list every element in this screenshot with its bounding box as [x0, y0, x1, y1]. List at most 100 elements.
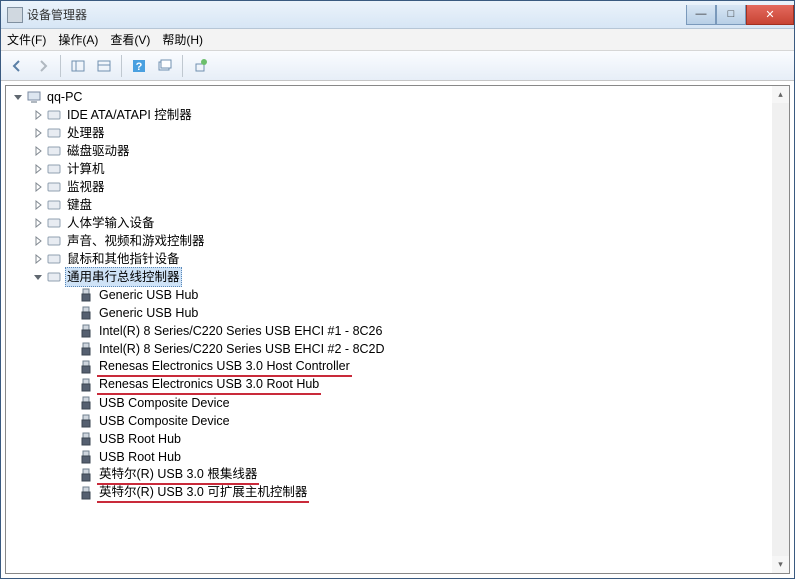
spacer-icon	[64, 397, 76, 409]
node-label: 人体学输入设备	[65, 214, 157, 232]
tree-category[interactable]: 监视器	[8, 178, 789, 196]
tree-device[interactable]: Generic USB Hub	[8, 304, 789, 322]
node-label: Renesas Electronics USB 3.0 Host Control…	[97, 357, 352, 377]
expand-collapse-icon[interactable]	[32, 217, 44, 229]
hid-icon	[46, 215, 62, 231]
minimize-button[interactable]: —	[686, 5, 716, 25]
tree-category[interactable]: 声音、视频和游戏控制器	[8, 232, 789, 250]
node-label: 键盘	[65, 196, 94, 214]
vertical-scrollbar[interactable]: ▴ ▾	[772, 86, 789, 573]
expand-collapse-icon[interactable]	[32, 199, 44, 211]
usb-icon	[78, 449, 94, 465]
expand-collapse-icon[interactable]	[32, 181, 44, 193]
toolbar: ?	[1, 51, 794, 81]
usb-icon	[78, 341, 94, 357]
show-hide-tree-button[interactable]	[66, 54, 90, 78]
scan-hardware-button[interactable]	[153, 54, 177, 78]
usb-icon	[78, 323, 94, 339]
node-label: 英特尔(R) USB 3.0 可扩展主机控制器	[97, 483, 309, 503]
tree-category[interactable]: 人体学输入设备	[8, 214, 789, 232]
tree-category[interactable]: 鼠标和其他指针设备	[8, 250, 789, 268]
usb-icon	[78, 431, 94, 447]
node-label: qq-PC	[45, 88, 84, 106]
expand-collapse-icon[interactable]	[32, 145, 44, 157]
usb-icon	[78, 377, 94, 393]
node-label: Intel(R) 8 Series/C220 Series USB EHCI #…	[97, 322, 384, 340]
mouse-icon	[46, 251, 62, 267]
spacer-icon	[64, 415, 76, 427]
scroll-down-button[interactable]: ▾	[772, 556, 789, 573]
tree-device[interactable]: 英特尔(R) USB 3.0 根集线器	[8, 466, 789, 484]
keyboard-icon	[46, 197, 62, 213]
spacer-icon	[64, 451, 76, 463]
expand-collapse-icon[interactable]	[32, 109, 44, 121]
node-label: IDE ATA/ATAPI 控制器	[65, 106, 194, 124]
forward-button[interactable]	[31, 54, 55, 78]
expand-collapse-icon[interactable]	[12, 91, 24, 103]
spacer-icon	[64, 325, 76, 337]
node-label: Generic USB Hub	[97, 304, 200, 322]
expand-collapse-icon[interactable]	[32, 127, 44, 139]
tree-category[interactable]: 通用串行总线控制器	[8, 268, 789, 286]
tree-category[interactable]: 键盘	[8, 196, 789, 214]
spacer-icon	[64, 469, 76, 481]
scroll-up-button[interactable]: ▴	[772, 86, 789, 103]
node-label: 处理器	[65, 124, 107, 142]
spacer-icon	[64, 289, 76, 301]
tree-device[interactable]: Intel(R) 8 Series/C220 Series USB EHCI #…	[8, 322, 789, 340]
menu-view[interactable]: 查看(V)	[110, 31, 150, 48]
tree-device[interactable]: USB Composite Device	[8, 412, 789, 430]
expand-collapse-icon[interactable]	[32, 253, 44, 265]
monitor-icon	[46, 179, 62, 195]
expand-collapse-icon[interactable]	[32, 163, 44, 175]
menu-bar: 文件(F) 操作(A) 查看(V) 帮助(H)	[1, 29, 794, 51]
tree-device[interactable]: Renesas Electronics USB 3.0 Root Hub	[8, 376, 789, 394]
tree-device[interactable]: USB Composite Device	[8, 394, 789, 412]
node-label: USB Root Hub	[97, 448, 183, 466]
tree-category[interactable]: 计算机	[8, 160, 789, 178]
menu-action[interactable]: 操作(A)	[58, 31, 98, 48]
tree-category[interactable]: 磁盘驱动器	[8, 142, 789, 160]
computer-category-icon	[46, 161, 62, 177]
tree-device[interactable]: Generic USB Hub	[8, 286, 789, 304]
tree-device[interactable]: Intel(R) 8 Series/C220 Series USB EHCI #…	[8, 340, 789, 358]
tree-category[interactable]: IDE ATA/ATAPI 控制器	[8, 106, 789, 124]
back-button[interactable]	[5, 54, 29, 78]
tree-root[interactable]: qq-PC	[8, 88, 789, 106]
window-buttons: — □ ✕	[686, 5, 794, 25]
device-tree[interactable]: qq-PCIDE ATA/ATAPI 控制器处理器磁盘驱动器计算机监视器键盘人体…	[6, 86, 789, 573]
expand-collapse-icon[interactable]	[32, 235, 44, 247]
separator-icon	[182, 55, 183, 77]
menu-file[interactable]: 文件(F)	[7, 31, 46, 48]
window-title: 设备管理器	[27, 6, 686, 23]
menu-help[interactable]: 帮助(H)	[162, 31, 203, 48]
tree-device[interactable]: USB Root Hub	[8, 448, 789, 466]
update-driver-button[interactable]	[188, 54, 212, 78]
spacer-icon	[64, 343, 76, 355]
node-label: 英特尔(R) USB 3.0 根集线器	[97, 465, 259, 485]
usb-icon	[78, 287, 94, 303]
expand-collapse-icon[interactable]	[32, 271, 44, 283]
title-bar[interactable]: 设备管理器 — □ ✕	[1, 1, 794, 29]
scroll-track[interactable]	[772, 103, 789, 556]
usb-icon	[78, 467, 94, 483]
help-button[interactable]: ?	[127, 54, 151, 78]
spacer-icon	[64, 307, 76, 319]
node-label: USB Root Hub	[97, 430, 183, 448]
maximize-button[interactable]: □	[716, 5, 746, 25]
node-label: Intel(R) 8 Series/C220 Series USB EHCI #…	[97, 340, 387, 358]
tree-device[interactable]: 英特尔(R) USB 3.0 可扩展主机控制器	[8, 484, 789, 502]
separator-icon	[60, 55, 61, 77]
node-label: 通用串行总线控制器	[65, 267, 182, 287]
usb-icon	[78, 359, 94, 375]
spacer-icon	[64, 487, 76, 499]
tree-category[interactable]: 处理器	[8, 124, 789, 142]
usb-icon	[78, 413, 94, 429]
device-manager-window: 设备管理器 — □ ✕ 文件(F) 操作(A) 查看(V) 帮助(H) ? qq…	[0, 0, 795, 579]
tree-device[interactable]: Renesas Electronics USB 3.0 Host Control…	[8, 358, 789, 376]
disk-icon	[46, 143, 62, 159]
properties-button[interactable]	[92, 54, 116, 78]
close-button[interactable]: ✕	[746, 5, 794, 25]
tree-device[interactable]: USB Root Hub	[8, 430, 789, 448]
content-pane: qq-PCIDE ATA/ATAPI 控制器处理器磁盘驱动器计算机监视器键盘人体…	[5, 85, 790, 574]
